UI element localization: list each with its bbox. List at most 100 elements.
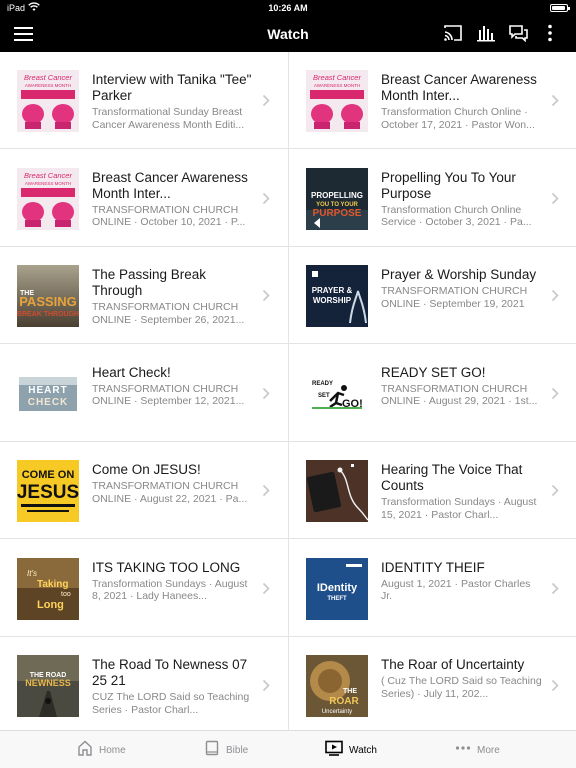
- chevron-right-icon: [551, 94, 559, 107]
- video-item[interactable]: HEART CHECK Heart Check! TRANSFORMATION CHU…: [0, 345, 288, 442]
- video-thumbnail: PRAYER & WORSHIP: [306, 265, 368, 327]
- svg-text:AWARENESS MONTH: AWARENESS MONTH: [25, 181, 71, 186]
- svg-text:IDentity: IDentity: [317, 582, 358, 594]
- status-time: 10:26 AM: [268, 3, 308, 13]
- tab-more-label: More: [477, 744, 500, 756]
- tab-watch-label: Watch: [349, 744, 377, 756]
- tab-home-label: Home: [99, 744, 126, 756]
- video-title: Breast Cancer Awareness Month Inter...: [92, 169, 248, 201]
- video-item[interactable]: Breast Cancer AWARENESS MONTH Breast Cance…: [289, 52, 576, 149]
- video-item[interactable]: PRAYER & WORSHIP Prayer & Worship Sunday TR…: [289, 247, 576, 344]
- svg-text:AWARENESS MONTH: AWARENESS MONTH: [25, 83, 71, 88]
- cast-icon[interactable]: [443, 24, 465, 44]
- video-title: ITS TAKING TOO LONG: [92, 559, 241, 575]
- video-subtitle: TRANSFORMATION CHURCH ONLINE · August 29…: [381, 382, 538, 408]
- video-subtitle: TRANSFORMATION CHURCH ONLINE · September…: [92, 301, 245, 326]
- video-text: Propelling You To Your Purpose Transforma…: [381, 170, 543, 229]
- video-text: Breast Cancer Awareness Month Inter... TR…: [92, 170, 254, 229]
- svg-text:too: too: [61, 591, 71, 598]
- chat-icon[interactable]: [509, 24, 531, 44]
- video-item[interactable]: Breast Cancer AWARENESS MONTH Breast Cance…: [0, 150, 288, 247]
- video-subtitle: Transformation Church Online Service · O…: [381, 203, 532, 229]
- video-text: Come On JESUS! TRANSFORMATION CHURCH ONLI…: [92, 462, 254, 505]
- video-title: Propelling You To Your Purpose: [381, 169, 516, 201]
- tab-bible-label: Bible: [226, 744, 249, 756]
- video-subtitle: Transformation Sundays · August 8, 2021 …: [92, 577, 248, 603]
- video-title: Interview with Tanika "Tee" Parker: [92, 72, 252, 103]
- video-thumbnail: [306, 460, 368, 522]
- video-thumbnail: Breast Cancer AWARENESS MONTH: [17, 167, 79, 230]
- chevron-right-icon: [551, 679, 559, 692]
- video-subtitle: TRANSFORMATION CHURCH ONLINE · September…: [92, 382, 245, 408]
- video-title: The Road To Newness 07 25 21: [92, 657, 248, 688]
- svg-text:Breast Cancer: Breast Cancer: [24, 73, 72, 82]
- svg-text:ROAR: ROAR: [329, 696, 359, 707]
- video-thumbnail: COME ON JESUS: [17, 460, 79, 522]
- video-subtitle: Transformational Sunday Breast Cancer Aw…: [92, 106, 245, 131]
- video-grid: Breast Cancer AWARENESS MONTH Interview wi…: [0, 52, 576, 734]
- video-subtitle: Transformation Church Online · October 1…: [381, 106, 535, 131]
- svg-text:PROPELLING: PROPELLING: [311, 191, 363, 200]
- chevron-right-icon: [262, 484, 270, 497]
- video-text: IDENTITY THEIF August 1, 2021 · Pastor Ch…: [381, 560, 543, 603]
- video-text: Hearing The Voice That Counts Transformat…: [381, 462, 543, 521]
- video-item[interactable]: PROPELLING YOU TO YOUR PURPOSE Propelling Y…: [289, 150, 576, 247]
- video-item[interactable]: It's Taking too Long ITS TAKING TOO LONG Tran…: [0, 540, 288, 637]
- video-text: Prayer & Worship Sunday TRANSFORMATION CH…: [381, 267, 543, 310]
- video-subtitle: CUZ The LORD Said so Teaching Series · P…: [92, 691, 250, 716]
- tab-more[interactable]: More: [455, 731, 500, 768]
- video-item[interactable]: THE ROAR Uncertainty The Roar of Uncertaint…: [289, 637, 576, 734]
- more-vertical-icon[interactable]: [545, 24, 559, 44]
- svg-text:AWARENESS MONTH: AWARENESS MONTH: [314, 83, 360, 88]
- svg-text:Uncertainty: Uncertainty: [322, 709, 352, 715]
- home-icon: [77, 740, 93, 761]
- chevron-right-icon: [551, 387, 559, 400]
- video-thumbnail: Breast Cancer AWARENESS MONTH: [17, 70, 79, 132]
- svg-text:PASSING: PASSING: [19, 294, 77, 309]
- video-thumbnail: READY SET GO!: [306, 362, 368, 425]
- video-text: ITS TAKING TOO LONG Transformation Sunday…: [92, 560, 254, 603]
- tab-home[interactable]: Home: [77, 731, 126, 768]
- video-item[interactable]: THE ROAD NEWNESS The Road To Newness 07 25…: [0, 637, 288, 734]
- video-item[interactable]: THE PASSING BREAK THROUGH The Passing Break…: [0, 247, 288, 344]
- svg-text:SET: SET: [318, 393, 330, 399]
- svg-text:WORSHIP: WORSHIP: [313, 296, 352, 305]
- svg-text:Taking: Taking: [37, 579, 68, 590]
- video-subtitle: TRANSFORMATION CHURCH ONLINE · October 1…: [92, 203, 246, 229]
- video-thumbnail: HEART CHECK: [17, 362, 79, 425]
- battery-icon: [550, 4, 570, 12]
- chevron-right-icon: [551, 484, 559, 497]
- svg-text:CHECK: CHECK: [28, 397, 69, 408]
- video-thumbnail: THE ROAD NEWNESS: [17, 655, 79, 717]
- video-text: Breast Cancer Awareness Month Inter... Tr…: [381, 72, 543, 131]
- video-item[interactable]: COME ON JESUS Come On JESUS! TRANSFORMATION…: [0, 442, 288, 539]
- video-text: Heart Check! TRANSFORMATION CHURCH ONLINE…: [92, 365, 254, 408]
- video-title: Come On JESUS!: [92, 462, 201, 477]
- video-item[interactable]: Breast Cancer AWARENESS MONTH Interview wi…: [0, 52, 288, 149]
- video-title: Hearing The Voice That Counts: [381, 462, 523, 493]
- video-subtitle: Transformation Sundays · August 15, 2021…: [381, 496, 537, 521]
- tab-watch[interactable]: Watch: [325, 731, 377, 768]
- tab-bible[interactable]: Bible: [204, 731, 248, 768]
- video-item[interactable]: Hearing The Voice That Counts Transformat…: [289, 442, 576, 539]
- video-text: READY SET GO! TRANSFORMATION CHURCH ONLIN…: [381, 365, 543, 408]
- svg-text:Breast Cancer: Breast Cancer: [313, 73, 361, 82]
- video-text: Interview with Tanika "Tee" Parker Transf…: [92, 72, 254, 131]
- video-item[interactable]: IDentity THEFT IDENTITY THEIF August 1, 202…: [289, 540, 576, 637]
- audio-bars-icon[interactable]: [477, 24, 499, 44]
- status-bar: iPad 10:26 AM: [0, 0, 576, 16]
- chevron-right-icon: [551, 289, 559, 302]
- svg-text:COME ON: COME ON: [22, 469, 75, 481]
- chevron-right-icon: [551, 582, 559, 595]
- chevron-right-icon: [262, 387, 270, 400]
- svg-text:PRAYER &: PRAYER &: [312, 286, 353, 295]
- video-thumbnail: THE PASSING BREAK THROUGH: [17, 265, 79, 327]
- video-title: Breast Cancer Awareness Month Inter...: [381, 72, 537, 103]
- video-item[interactable]: READY SET GO! READY SET GO! TRANSFORMATION C…: [289, 345, 576, 442]
- svg-text:It's: It's: [27, 569, 37, 578]
- chevron-right-icon: [262, 289, 270, 302]
- top-bar: iPad 10:26 AM Watch: [0, 0, 576, 52]
- chevron-right-icon: [551, 192, 559, 205]
- video-thumbnail: IDentity THEFT: [306, 557, 368, 620]
- video-title: The Roar of Uncertainty: [381, 657, 525, 672]
